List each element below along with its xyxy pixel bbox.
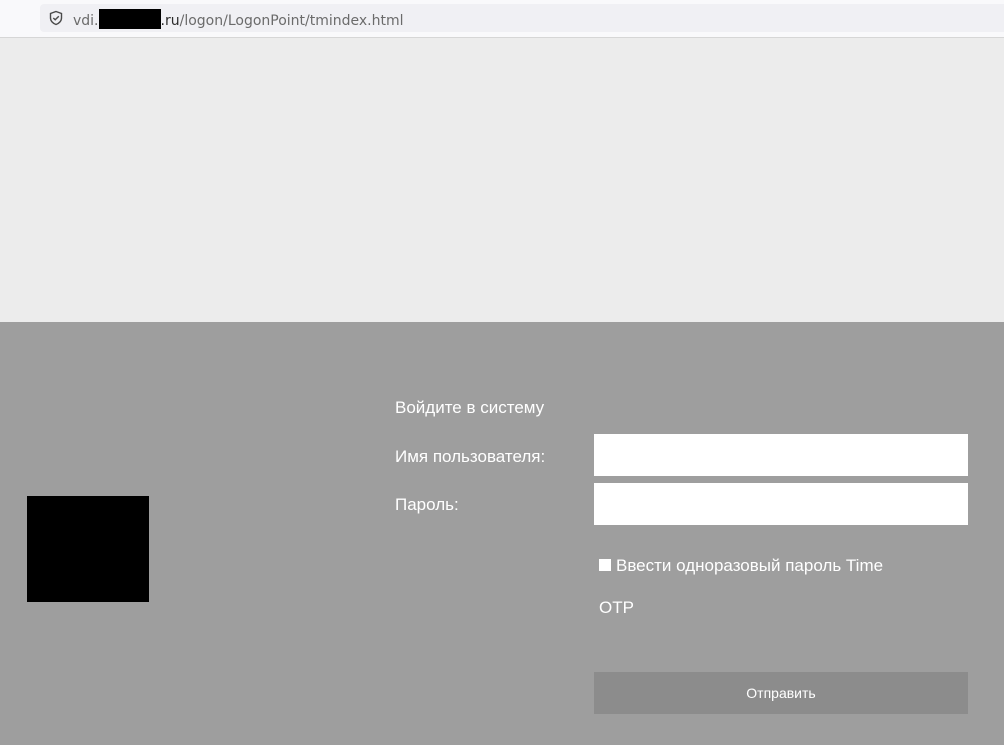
password-label: Пароль:: [395, 495, 459, 514]
otp-label-continued[interactable]: OTP: [599, 597, 634, 618]
username-label: Имя пользователя:: [395, 447, 546, 466]
otp-checkbox[interactable]: [599, 559, 611, 571]
header-area: [0, 38, 1004, 322]
submit-button[interactable]: Отправить: [594, 672, 968, 714]
browser-toolbar: vdi. .ru/logon/LogonPoint/tmindex.html: [0, 0, 1004, 38]
username-field[interactable]: [594, 434, 968, 476]
redacted-block: [98, 9, 161, 29]
logo-redacted: [27, 496, 149, 602]
url-text[interactable]: vdi. .ru/logon/LogonPoint/tmindex.html: [73, 9, 404, 30]
url-host-suffix: .ru: [160, 13, 180, 29]
url-path: /logon/LogonPoint/tmindex.html: [179, 13, 404, 29]
password-field[interactable]: [594, 483, 968, 525]
url-prefix: vdi.: [73, 13, 99, 29]
shield-check-icon[interactable]: [48, 10, 64, 26]
otp-label[interactable]: Ввести одноразовый пароль Time: [616, 555, 936, 576]
login-heading: Войдите в систему: [395, 398, 545, 417]
